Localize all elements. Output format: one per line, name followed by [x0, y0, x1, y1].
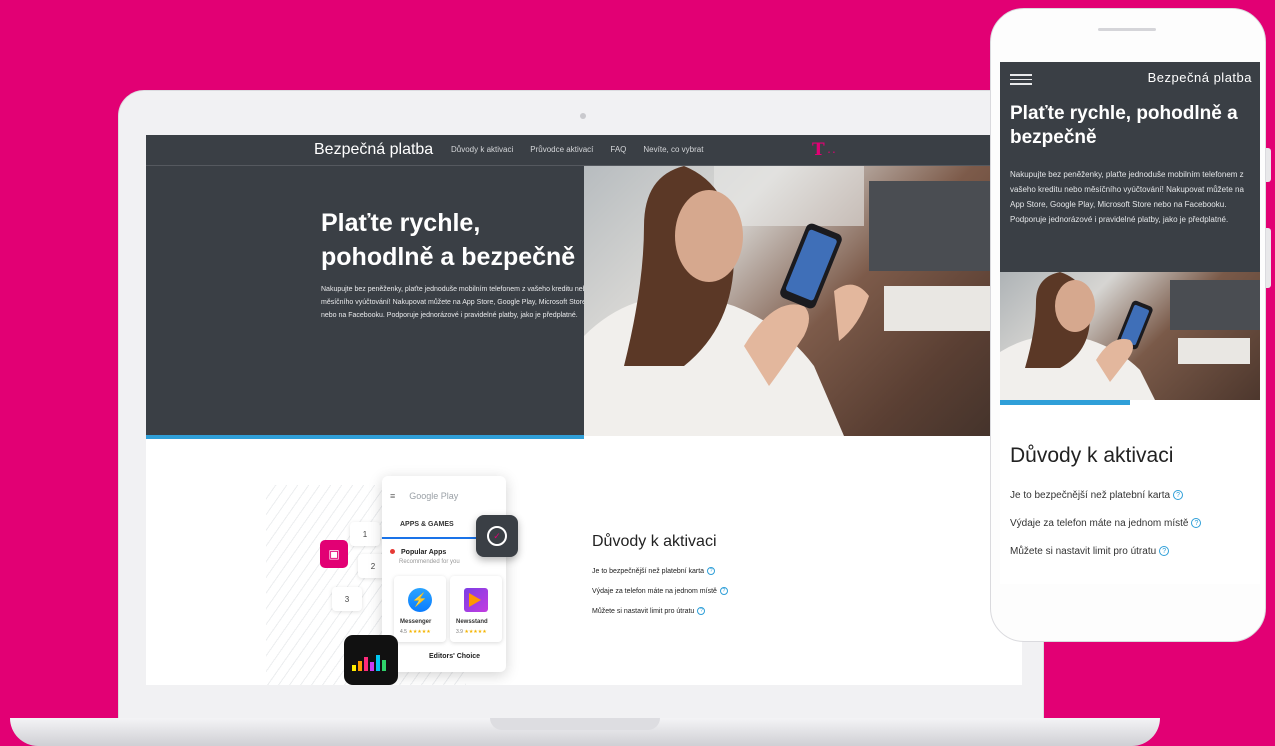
step-badge: 3	[332, 587, 362, 611]
help-icon[interactable]: ?	[1173, 490, 1184, 501]
app-rating: 3.9 ★★★★★	[456, 629, 487, 635]
nav-links: Důvody k aktivaci Průvodce aktivací FAQ …	[451, 145, 703, 154]
help-icon[interactable]: ?	[707, 567, 716, 575]
site-brand[interactable]: Bezpečná platba	[314, 141, 433, 159]
app-card-messenger[interactable]: ⚡ Messenger 4.5 ★★★★★	[394, 576, 446, 642]
phone-side-button	[1266, 228, 1271, 288]
deezer-icon	[344, 635, 398, 685]
reason-item: Můžete si nastavit limit pro útratu?	[1010, 546, 1201, 557]
hamburger-icon[interactable]: ≡	[390, 491, 395, 501]
editors-choice: Editors' Choice	[429, 653, 481, 660]
app-name: Newsstand	[456, 619, 488, 625]
laptop-camera	[580, 113, 586, 119]
google-play-card: ≡ Google Play APPS & GAMES Popular Apps R…	[382, 476, 506, 672]
popular-apps-heading: Popular Apps	[390, 549, 446, 556]
site-brand[interactable]: Bezpečná platba	[1148, 70, 1252, 85]
google-play-header: ≡ Google Play	[390, 491, 459, 501]
help-icon[interactable]: ?	[1191, 518, 1202, 529]
phone-side-button	[1266, 148, 1271, 182]
phone-hero-panel: Bezpečná platba Plaťte rychle, pohodlně …	[1000, 62, 1260, 272]
reason-item: Výdaje za telefon máte na jednom místě?	[592, 587, 728, 595]
laptop-notch	[490, 718, 660, 730]
hero-description: Nakupujte bez peněženky, plaťte jednoduš…	[1010, 170, 1244, 224]
hero-description: Nakupujte bez peněženky, plaťte jednoduš…	[321, 286, 591, 319]
app-card-newsstand[interactable]: Newsstand 3.9 ★★★★★	[450, 576, 502, 642]
reasons-title: Důvody k aktivaci	[592, 533, 717, 550]
hamburger-icon[interactable]	[1010, 74, 1032, 88]
recommended-subtitle: Recommended for you	[399, 559, 460, 565]
reasons-section: Důvody k aktivaci Je to bezpečnější než …	[592, 533, 728, 627]
top-navigation: Bezpečná platba Důvody k aktivaci Průvod…	[146, 135, 1022, 166]
hero-panel: Plaťte rychle, pohodlně a bezpečně Nakup…	[146, 166, 590, 436]
red-dot-icon	[390, 549, 395, 554]
hero-title: Plaťte rychle, pohodlně a bezpečně	[1010, 103, 1238, 148]
phone-screen: Bezpečná platba Plaťte rychle, pohodlně …	[1000, 62, 1260, 584]
newsstand-icon	[464, 588, 488, 612]
app-name: Messenger	[400, 619, 432, 625]
phone-speaker	[1098, 28, 1156, 31]
reason-item: Je to bezpečnější než platební karta?	[592, 567, 728, 575]
timer-tile: ✓	[476, 515, 518, 557]
nav-link-duvody[interactable]: Důvody k aktivaci	[451, 145, 513, 154]
laptop-screen: Bezpečná platba Důvody k aktivaci Průvod…	[146, 135, 1022, 685]
reasons-title: Důvody k aktivaci	[1010, 444, 1174, 467]
nav-link-faq[interactable]: FAQ	[610, 145, 626, 154]
messenger-icon: ⚡	[408, 588, 432, 612]
reason-item: Je to bezpečnější než platební karta?	[1010, 490, 1201, 501]
app-rating: 4.5 ★★★★★	[400, 629, 431, 635]
reason-item: Můžete si nastavit limit pro útratu?	[592, 607, 728, 615]
reasons-section: Důvody k aktivaci Je to bezpečnější než …	[1010, 444, 1202, 574]
help-icon[interactable]: ?	[697, 607, 706, 615]
telekom-logo[interactable]: T··	[812, 140, 837, 160]
hero-accent-bar	[146, 435, 584, 439]
nav-link-nevite[interactable]: Nevíte, co vybrat	[643, 145, 703, 154]
help-icon[interactable]: ?	[1159, 546, 1170, 557]
hero-accent-bar	[1000, 400, 1130, 405]
timer-icon: ✓	[487, 526, 507, 546]
reason-item: Výdaje za telefon máte na jednom místě?	[1010, 518, 1202, 529]
nav-link-pruvodce[interactable]: Průvodce aktivací	[530, 145, 593, 154]
gift-icon: ▣	[320, 540, 348, 568]
hero-photo	[1000, 272, 1260, 400]
hero-title: Plaťte rychle, pohodlně a bezpečně	[321, 209, 576, 271]
help-icon[interactable]: ?	[719, 587, 728, 595]
hero-photo	[584, 166, 1022, 436]
step-badge: 1	[350, 522, 380, 546]
